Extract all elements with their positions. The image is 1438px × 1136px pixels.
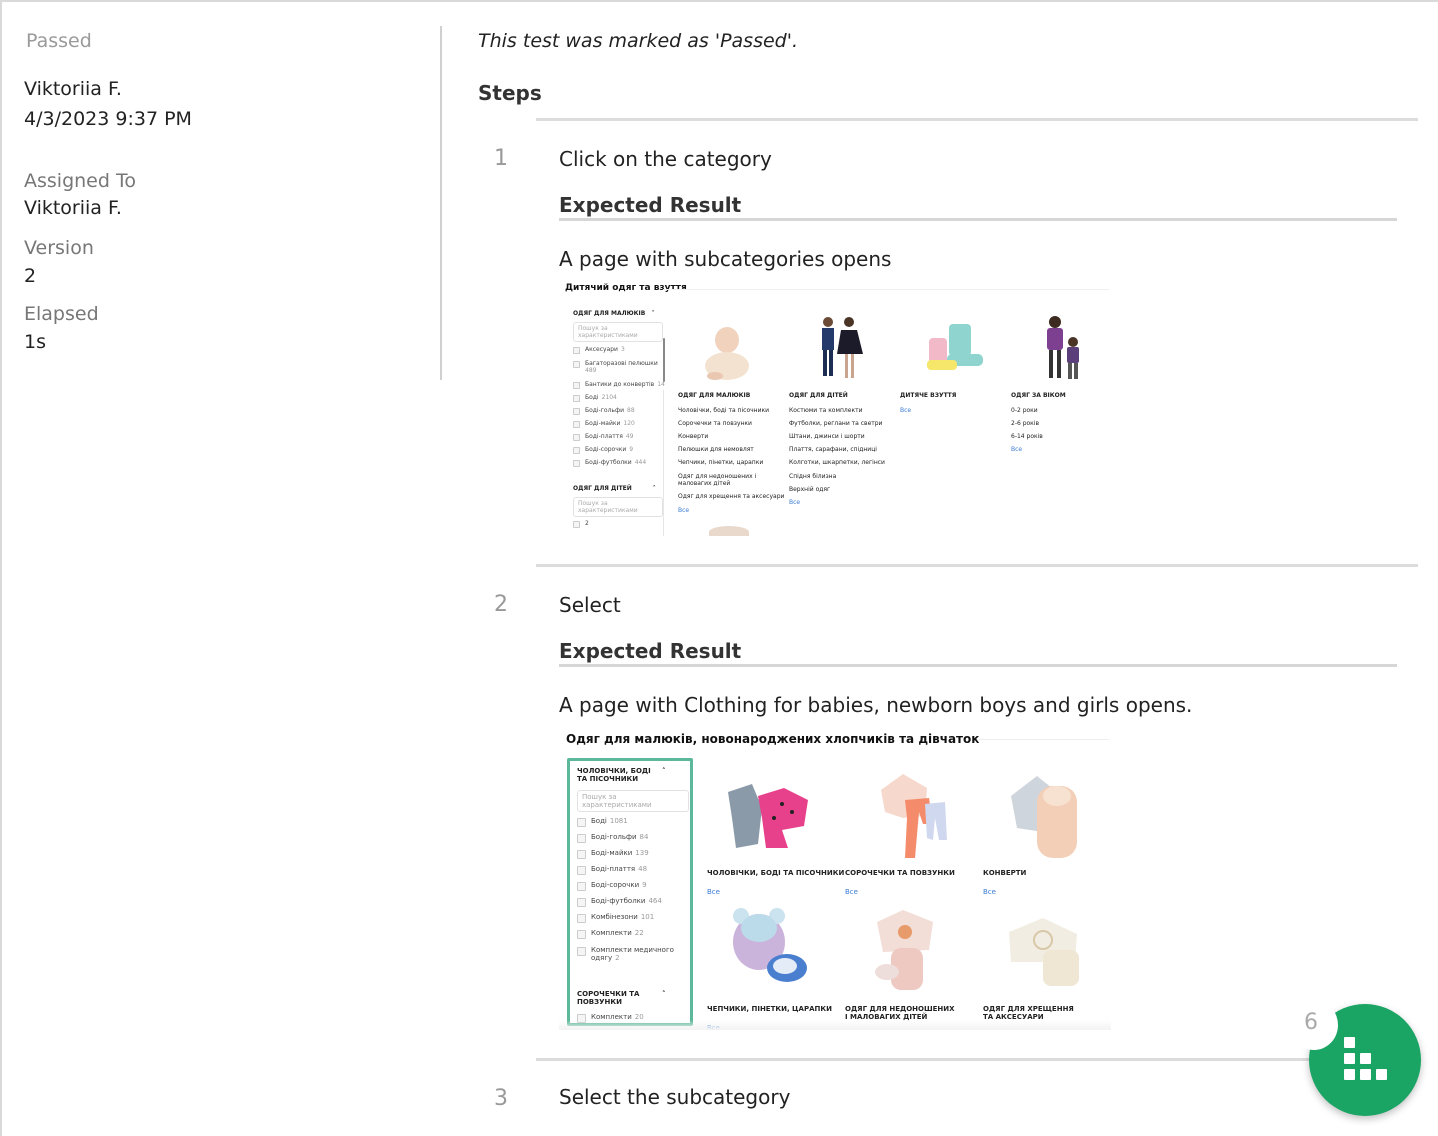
category-title[interactable]: ЧЕПЧИКИ, ПІНЕТКИ, ЦАРАПКИ (707, 1005, 832, 1013)
category-link[interactable]: Колготки, шкарпетки, легінси (789, 459, 885, 466)
step-number: 1 (494, 146, 508, 171)
title-rule (663, 289, 1109, 290)
preemie-clothes-photo-image[interactable] (869, 908, 943, 992)
expected-result-underline (559, 664, 1397, 667)
filter-search-input[interactable]: Пошук за характеристиками (573, 497, 663, 517)
run-author: Viktoriia F. (24, 78, 122, 100)
children-photo-image[interactable] (811, 314, 869, 384)
hat-booties-photo-image[interactable] (731, 906, 813, 992)
category-link[interactable]: Спідня білизна (789, 473, 836, 480)
filter-checkbox-item[interactable]: Багаторазові пелюшки 489 (573, 360, 663, 374)
christening-clothes-photo-image[interactable] (1003, 910, 1089, 990)
category-title[interactable]: ДИТЯЧЕ ВЗУТТЯ (900, 392, 956, 399)
elapsed-value: 1s (24, 331, 46, 353)
category-title[interactable]: КОНВЕРТИ (983, 869, 1026, 877)
screenshot-page-title: Дитячий одяг та взуття (565, 283, 687, 293)
version-value: 2 (24, 265, 37, 287)
filter-checkbox-item[interactable]: Боді-плаття 49 (573, 433, 633, 441)
filter-checkbox-item[interactable]: Аксесуари 3 (573, 346, 625, 354)
category-all-link[interactable]: Все (678, 507, 689, 514)
category-all-link[interactable]: Все (789, 499, 800, 506)
screenshot-page-title: Одяг для малюків, новонароджених хлопчик… (566, 732, 980, 746)
category-all-link[interactable]: Все (983, 888, 996, 896)
filter-scrollbar[interactable] (663, 338, 665, 382)
filter-checkbox-item[interactable]: Боді 2104 (573, 394, 617, 402)
filter-group-heading: ОДЯГ ДЛЯ ДІТЕЙ ˄ (573, 485, 656, 492)
expected-result-heading: Expected Result (559, 193, 742, 217)
category-link[interactable]: Плаття, сарафани, спідниці (789, 446, 877, 453)
step-separator (536, 564, 1418, 567)
step2-screenshot[interactable]: Одяг для малюків, новонароджених хлопчик… (559, 730, 1111, 1030)
expected-result-heading: Expected Result (559, 639, 742, 663)
step-separator (536, 1058, 1418, 1061)
filter-checkbox-item[interactable]: Боді-майки 120 (573, 420, 635, 428)
category-link[interactable]: Конверти (678, 433, 708, 440)
marked-message: This test was marked as 'Passed'. (478, 30, 798, 52)
step-number: 3 (494, 1086, 508, 1111)
category-link[interactable]: Костюми та комплекти (789, 407, 862, 414)
category-all-link[interactable]: Все (900, 407, 911, 414)
category-link[interactable]: Пелюшки для немовлят (678, 446, 754, 453)
step-action: Select the subcategory (559, 1085, 791, 1109)
steps-heading: Steps (478, 81, 542, 105)
expected-result-text: A page with Clothing for babies, newborn… (559, 693, 1193, 717)
category-link[interactable]: Штани, джинси і шорти (789, 433, 865, 440)
category-link[interactable]: Одяг для недоношених і маловагих дітей (678, 473, 788, 487)
category-all-link[interactable]: Все (845, 888, 858, 896)
category-title[interactable]: ОДЯГ ДЛЯ НЕДОНОШЕНИХ І МАЛОВАГИХ ДІТЕЙ (845, 1005, 955, 1021)
filter-checkbox-item[interactable]: Бантики до конвертів 14 (573, 381, 665, 389)
category-link[interactable]: 0-2 роки (1011, 407, 1038, 414)
baby-photo-image (709, 526, 749, 536)
sidebar-divider (663, 390, 664, 536)
panel-divider (440, 26, 442, 380)
assigned-to-value: Viktoriia F. (24, 197, 122, 219)
category-link[interactable]: Одяг для хрещення та аксесуари (678, 493, 784, 500)
filter-checkbox-item[interactable]: Боді-гольфи 88 (573, 407, 635, 415)
category-title[interactable]: ОДЯГ ЗА ВІКОМ (1011, 392, 1066, 399)
category-link[interactable]: Футболки, реглани та светри (789, 420, 882, 427)
shirt-pants-photo-image[interactable] (877, 770, 951, 860)
step-action: Click on the category (559, 147, 772, 171)
filter-checkbox-item[interactable]: 2 (573, 520, 589, 528)
expected-result-text: A page with subcategories opens (559, 247, 892, 271)
category-title[interactable]: ЧОЛОВІЧКИ, БОДІ ТА ПІСОЧНИКИ (707, 869, 844, 877)
step-action: Select (559, 593, 621, 617)
version-label: Version (24, 237, 94, 259)
category-all-link[interactable]: Все (707, 888, 720, 896)
baby-photo-image[interactable] (699, 318, 755, 382)
step-separator (536, 118, 1418, 121)
kids-age-photo-image[interactable] (1037, 314, 1089, 384)
run-date: 4/3/2023 9:37 PM (24, 108, 192, 130)
category-link[interactable]: 2-6 років (1011, 420, 1039, 427)
assigned-to-label: Assigned To (24, 170, 136, 192)
expected-result-underline (559, 218, 1397, 221)
category-title[interactable]: СОРОЧЕЧКИ ТА ПОВЗУНКИ (845, 869, 955, 877)
category-title[interactable]: ОДЯГ ДЛЯ ХРЕЩЕННЯ ТА АКСЕСУАРИ (983, 1005, 1083, 1021)
result-status: Passed (26, 30, 92, 52)
shoes-photo-image[interactable] (921, 320, 987, 378)
category-title[interactable]: ОДЯГ ДЛЯ МАЛЮКІВ (678, 392, 750, 399)
category-link[interactable]: Верхній одяг (789, 486, 830, 493)
filter-search-input[interactable]: Пошук за характеристиками (573, 322, 663, 342)
step-number: 2 (494, 592, 508, 617)
bodysuit-photo-image[interactable] (722, 778, 814, 852)
category-link[interactable]: Чепчики, пінетки, царапки (678, 459, 763, 466)
filter-group-heading: ОДЯГ ДЛЯ МАЛЮКІВ ˄ (573, 310, 655, 317)
category-all-link[interactable]: Все (1011, 446, 1022, 453)
elapsed-label: Elapsed (24, 303, 99, 325)
step1-screenshot[interactable]: Дитячий одяг та взуття ОДЯГ ДЛЯ МАЛЮКІВ … (559, 280, 1111, 536)
envelope-photo-image[interactable] (1007, 772, 1083, 860)
category-link[interactable]: 6-14 років (1011, 433, 1043, 440)
title-rule (979, 739, 1109, 740)
category-title[interactable]: ОДЯГ ДЛЯ ДІТЕЙ (789, 392, 848, 399)
category-link[interactable]: Сорочечки та повзунки (678, 420, 752, 427)
screenshot-fade (559, 1020, 1111, 1030)
notification-count: 6 (1304, 1010, 1318, 1035)
filter-checkbox-item[interactable]: Боді-футболки 444 (573, 459, 646, 467)
selected-filter-highlight (567, 758, 693, 1026)
filter-checkbox-item[interactable]: Боді-сорочки 9 (573, 446, 633, 454)
category-link[interactable]: Чоловічки, боді та пісочники (678, 407, 769, 414)
